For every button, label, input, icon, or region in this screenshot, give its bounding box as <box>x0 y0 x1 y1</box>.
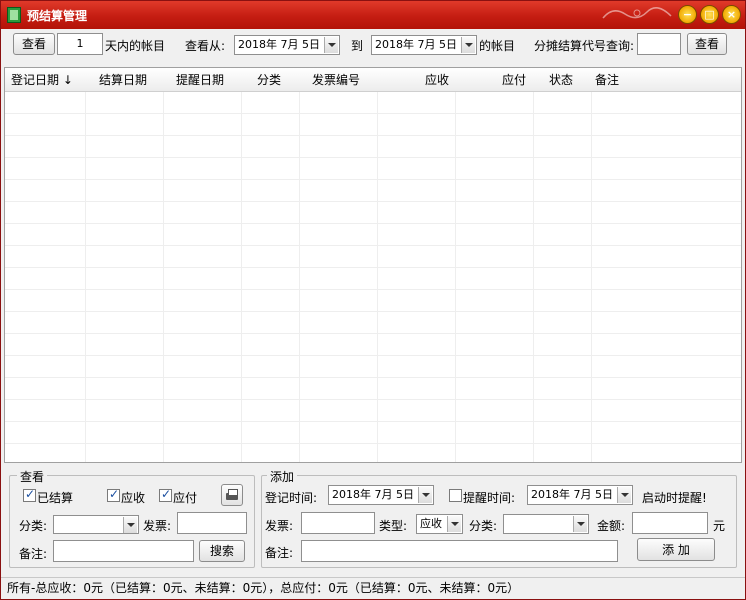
to-label: 到 <box>351 39 364 53</box>
column-payable[interactable]: 应付 <box>502 68 526 92</box>
add-panel-title: 添加 <box>267 468 298 485</box>
grid-divider <box>377 92 378 462</box>
maximize-button[interactable]: □ <box>700 5 719 24</box>
grid-divider <box>241 92 242 462</box>
amount-input[interactable] <box>632 512 708 534</box>
from-date-picker[interactable]: 2018年 7月 5日 <box>234 35 340 55</box>
title-bar[interactable]: 预结算管理 − □ × <box>1 1 745 29</box>
days-suffix-label: 天内的帐目 <box>105 39 166 53</box>
reg-date-value: 2018年 7月 5日 <box>332 488 414 501</box>
from-label: 查看从: <box>185 39 226 53</box>
view-invoice-input[interactable] <box>177 512 247 534</box>
amount-label: 金额: <box>597 519 626 533</box>
grid-divider <box>163 92 164 462</box>
status-text: 所有-总应收：0元（已结算：0元、未结算：0元），总应付：0元（已结算：0元、未… <box>7 581 520 595</box>
grid-divider <box>85 92 86 462</box>
printer-icon[interactable] <box>221 484 243 506</box>
chevron-down-icon[interactable] <box>617 487 631 503</box>
column-note[interactable]: 备注 <box>595 68 619 92</box>
add-category-select[interactable] <box>503 514 589 534</box>
amount-unit-label: 元 <box>713 519 726 533</box>
add-note-input[interactable] <box>301 540 618 562</box>
column-register-date[interactable]: 登记日期 ↓ <box>11 68 73 92</box>
grid-divider <box>533 92 534 462</box>
table-header: 登记日期 ↓ 结算日期 提醒日期 分类 发票编号 应收 应付 状态 备注 <box>5 68 741 92</box>
column-remind-date[interactable]: 提醒日期 <box>176 68 224 92</box>
payable-checkbox[interactable] <box>159 487 172 502</box>
start-remind-label: 启动时提醒! <box>642 491 707 505</box>
view-category-label: 分类: <box>19 519 48 533</box>
add-invoice-input[interactable] <box>301 512 375 534</box>
from-date-value: 2018年 7月 5日 <box>238 38 320 51</box>
days-input[interactable]: 1 <box>57 33 103 55</box>
split-query-label: 分摊结算代号查询: <box>534 39 635 53</box>
add-invoice-label: 发票: <box>265 519 294 533</box>
search-button[interactable]: 搜索 <box>199 540 245 562</box>
chevron-down-icon[interactable] <box>573 516 587 532</box>
to-suffix-label: 的帐目 <box>479 39 516 53</box>
add-note-label: 备注: <box>265 546 294 560</box>
chevron-down-icon[interactable] <box>418 487 432 503</box>
view-note-label: 备注: <box>19 547 48 561</box>
type-label: 类型: <box>379 519 408 533</box>
grid-divider <box>591 92 592 462</box>
type-value: 应收 <box>420 517 442 530</box>
close-button[interactable]: × <box>722 5 741 24</box>
payable-label: 应付 <box>173 491 198 505</box>
column-receivable[interactable]: 应收 <box>425 68 449 92</box>
view-category-select[interactable] <box>53 515 139 534</box>
receivable-checkbox[interactable] <box>107 487 120 502</box>
remind-date-value: 2018年 7月 5日 <box>531 488 613 501</box>
column-settle-date[interactable]: 结算日期 <box>99 68 147 92</box>
add-category-label: 分类: <box>469 519 498 533</box>
view-invoice-label: 发票: <box>143 519 172 533</box>
remind-date-picker[interactable]: 2018年 7月 5日 <box>527 485 633 505</box>
window-title: 预结算管理 <box>27 9 88 23</box>
app-window: 预结算管理 − □ × 查看 1 天内的帐目 查看从: 2018年 7月 5日 … <box>0 0 746 600</box>
grid-divider <box>455 92 456 462</box>
receivable-label: 应收 <box>121 491 146 505</box>
view-days-button[interactable]: 查看 <box>13 33 55 55</box>
reg-date-picker[interactable]: 2018年 7月 5日 <box>328 485 434 505</box>
chevron-down-icon[interactable] <box>324 37 338 53</box>
chevron-down-icon[interactable] <box>461 37 475 53</box>
table-body[interactable] <box>5 92 741 462</box>
split-view-button[interactable]: 查看 <box>687 33 727 55</box>
settled-label: 已结算 <box>37 491 74 505</box>
column-status[interactable]: 状态 <box>549 68 573 92</box>
to-date-value: 2018年 7月 5日 <box>375 38 457 51</box>
accounts-table[interactable]: 登记日期 ↓ 结算日期 提醒日期 分类 发票编号 应收 应付 状态 备注 <box>4 67 742 463</box>
chevron-down-icon[interactable] <box>123 517 137 533</box>
ledger-icon <box>7 7 21 23</box>
chevron-down-icon[interactable] <box>447 516 461 532</box>
column-invoice-no[interactable]: 发票编号 <box>312 68 360 92</box>
add-button[interactable]: 添 加 <box>637 538 715 561</box>
view-panel-title: 查看 <box>17 468 48 485</box>
decoration-icon <box>602 7 672 19</box>
remind-time-label: 提醒时间: <box>463 491 516 505</box>
status-bar: 所有-总应收：0元（已结算：0元、未结算：0元），总应付：0元（已结算：0元、未… <box>1 577 745 599</box>
minimize-button[interactable]: − <box>678 5 697 24</box>
grid-divider <box>299 92 300 462</box>
to-date-picker[interactable]: 2018年 7月 5日 <box>371 35 477 55</box>
type-select[interactable]: 应收 <box>416 514 463 534</box>
split-query-input[interactable] <box>637 33 681 55</box>
column-category[interactable]: 分类 <box>257 68 281 92</box>
remind-time-checkbox[interactable] <box>449 489 462 502</box>
view-note-input[interactable] <box>53 540 194 562</box>
reg-time-label: 登记时间: <box>265 491 318 505</box>
settled-checkbox[interactable] <box>23 487 36 502</box>
